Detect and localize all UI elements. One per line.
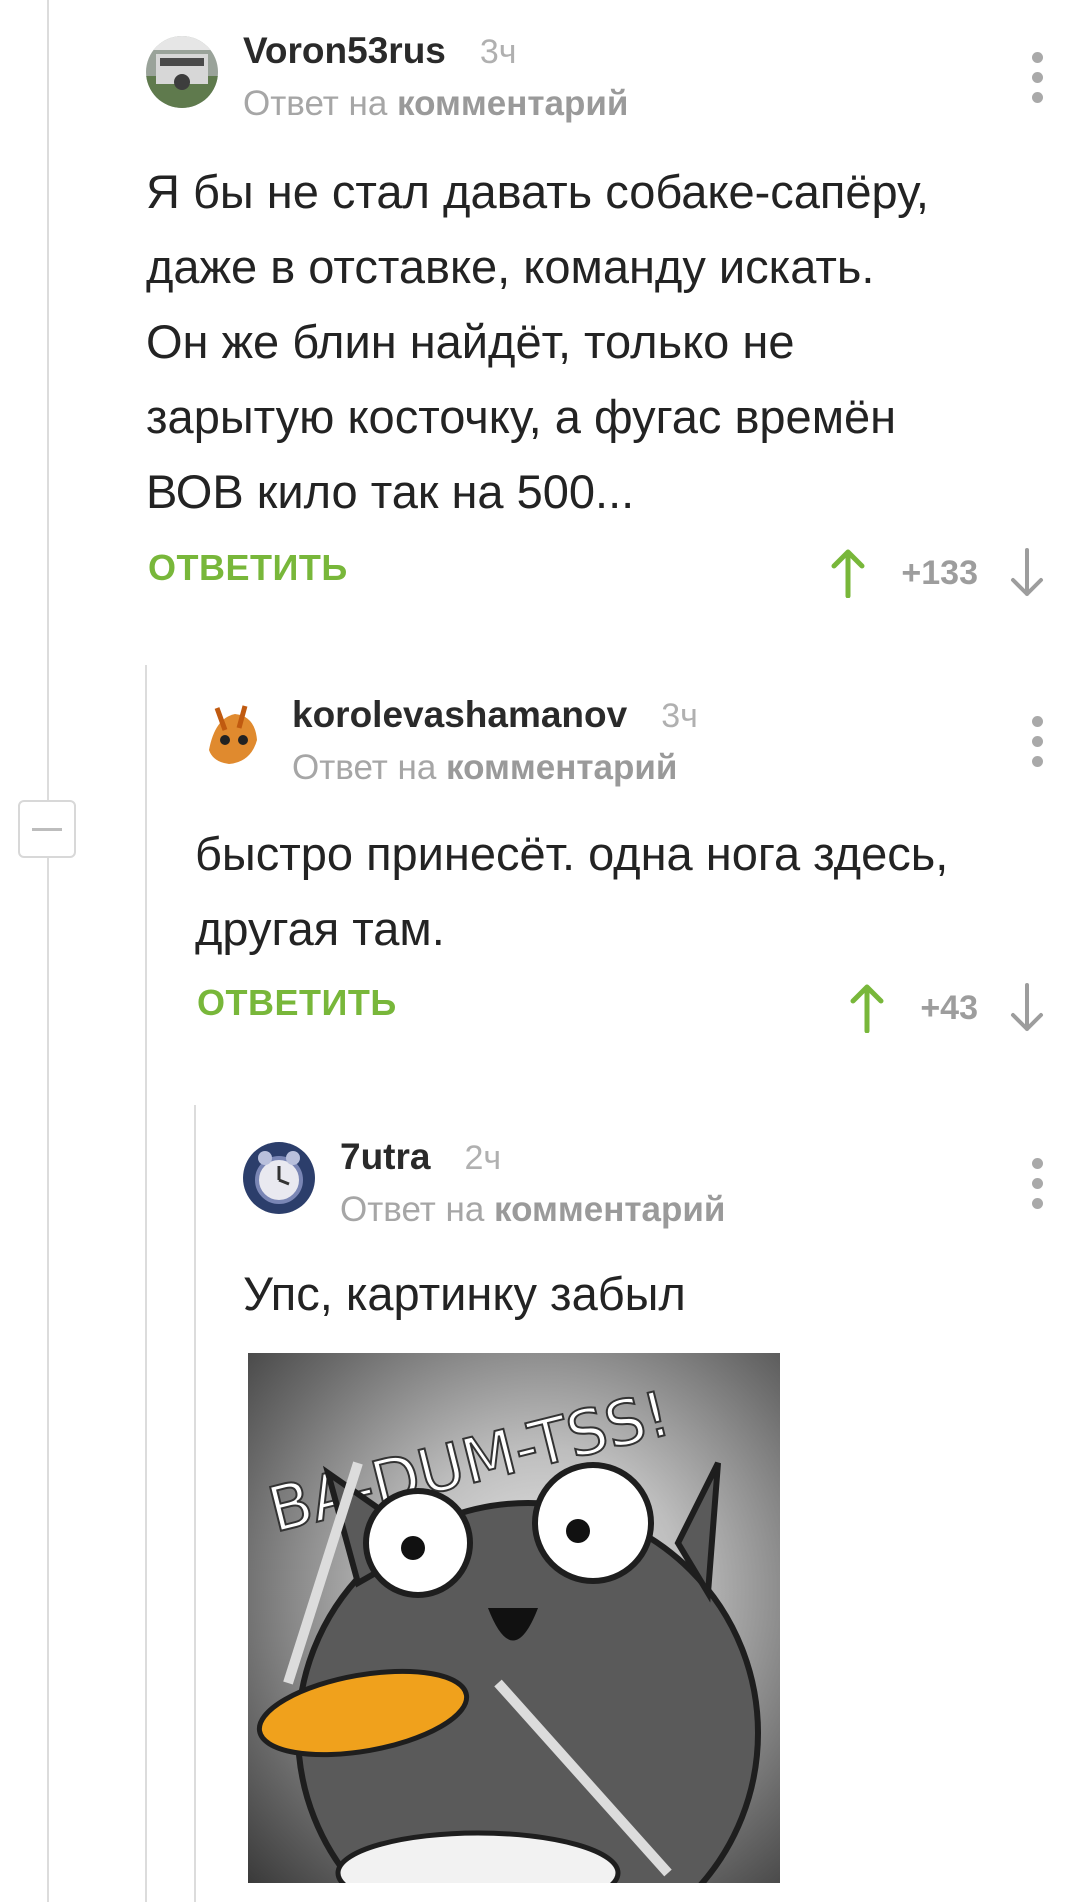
reply-to-target: комментарий: [494, 1190, 726, 1229]
arrow-down-icon[interactable]: [1004, 545, 1050, 601]
reply-button[interactable]: ОТВЕТИТЬ: [148, 547, 348, 589]
author-name[interactable]: korolevashamanov 3ч: [292, 694, 698, 736]
comment-header: 7utra 2ч Ответ на комментарий: [243, 1106, 1080, 1229]
rating-value: +43: [920, 988, 978, 1027]
author-name-text: Voron53rus: [243, 30, 446, 71]
reply-to-prefix: Ответ на: [292, 748, 437, 787]
reply-to-target: комментарий: [397, 84, 629, 123]
comments-page: Voron53rus 3ч Ответ на комментарий Я бы н…: [0, 0, 1080, 1902]
thread-line-level2: [194, 1105, 196, 1902]
reply-to-target: комментарий: [446, 748, 678, 787]
comment: 7utra 2ч Ответ на комментарий Упс, картин…: [243, 1106, 1080, 1331]
arrow-down-icon[interactable]: [1004, 980, 1050, 1036]
comment-text: быстро принесёт. одна нога здесь, другая…: [195, 827, 949, 955]
author-name[interactable]: 7utra 2ч: [340, 1136, 501, 1178]
comment-image[interactable]: BA-DUM-TSS!: [248, 1353, 780, 1883]
reply-to-link[interactable]: Ответ на комментарий: [243, 84, 628, 124]
comment-header: korolevashamanov 3ч Ответ на комментарий: [195, 664, 1080, 787]
arrow-up-icon[interactable]: [844, 980, 890, 1036]
comment-time: 3ч: [661, 697, 698, 735]
comment-text: Упс, картинку забыл: [243, 1267, 686, 1320]
thread-line-level1: [145, 665, 147, 1902]
comment: Voron53rus 3ч Ответ на комментарий Я бы н…: [146, 0, 1080, 613]
more-vert-icon[interactable]: [1032, 1158, 1044, 1209]
comment-text: Я бы не стал давать собаке-сапёру, даже …: [146, 165, 929, 518]
author-name[interactable]: Voron53rus 3ч: [243, 30, 517, 72]
comment-header: Voron53rus 3ч Ответ на комментарий: [146, 0, 1080, 123]
avatar[interactable]: [195, 700, 267, 772]
vote-controls: +43: [844, 968, 1050, 1048]
reply-to-link[interactable]: Ответ на комментарий: [292, 748, 677, 788]
vote-controls: +133: [825, 533, 1050, 613]
comment: korolevashamanov 3ч Ответ на комментарий …: [195, 664, 1080, 1048]
collapse-thread-button[interactable]: [18, 800, 76, 858]
comment-actions: ОТВЕТИТЬ +43: [195, 968, 1080, 1048]
more-vert-icon[interactable]: [1032, 716, 1044, 767]
avatar[interactable]: [146, 36, 218, 108]
thread-line-root: [47, 0, 49, 1902]
reply-to-prefix: Ответ на: [340, 1190, 485, 1229]
author-name-text: korolevashamanov: [292, 694, 628, 735]
rating-value: +133: [901, 553, 978, 592]
collapse-icon: [32, 827, 62, 831]
reply-to-prefix: Ответ на: [243, 84, 388, 123]
avatar[interactable]: [243, 1142, 315, 1214]
reply-to-link[interactable]: Ответ на комментарий: [340, 1190, 725, 1230]
comment-actions: ОТВЕТИТЬ +133: [146, 533, 1080, 613]
author-name-text: 7utra: [340, 1136, 431, 1177]
reply-button[interactable]: ОТВЕТИТЬ: [197, 982, 397, 1024]
comment-time: 3ч: [479, 33, 517, 71]
arrow-up-icon[interactable]: [825, 545, 871, 601]
more-vert-icon[interactable]: [1032, 52, 1044, 103]
comment-time: 2ч: [464, 1139, 502, 1177]
